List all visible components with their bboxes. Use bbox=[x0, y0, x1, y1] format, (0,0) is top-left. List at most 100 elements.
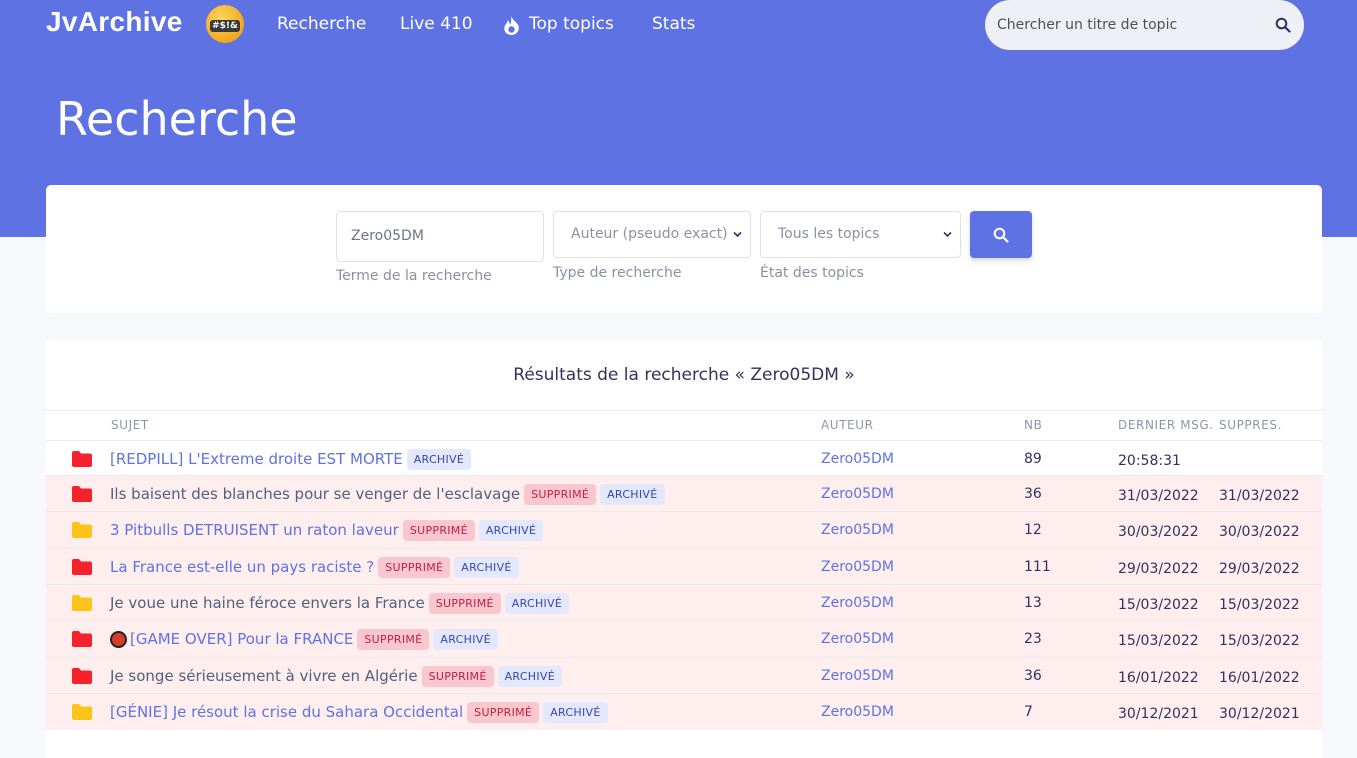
table-row: La France est-elle un pays raciste ? SUPP… bbox=[46, 548, 1322, 585]
author-link[interactable]: Zero05DM bbox=[821, 694, 894, 730]
table-row: Je voue une haine féroce envers la Franc… bbox=[46, 584, 1322, 621]
topic-title-link[interactable]: Ils baisent des blanches pour se venger … bbox=[110, 485, 520, 503]
column-header-author: Auteur bbox=[821, 418, 874, 432]
deletion-date: 15/03/2022 bbox=[1219, 597, 1300, 613]
archived-badge: ARCHIVÉ bbox=[504, 592, 570, 614]
topic-search-box bbox=[985, 0, 1304, 50]
topic-title-link[interactable]: [GAME OVER] Pour la FRANCE bbox=[130, 630, 353, 648]
record-icon bbox=[110, 630, 127, 648]
topic-title-link[interactable]: [GÉNIE] Je résout la crise du Sahara Occ… bbox=[110, 703, 463, 721]
topic-state-select[interactable]: Tous les topics bbox=[760, 211, 961, 258]
search-type-label: Type de recherche bbox=[553, 265, 682, 281]
deletion-date: 31/03/2022 bbox=[1219, 488, 1300, 504]
deleted-badge: SUPPRIMÉ bbox=[357, 628, 430, 650]
topic-subject: Je songe sérieusement à vivre en Algérie… bbox=[110, 658, 562, 694]
deleted-badge: SUPPRIMÉ bbox=[467, 701, 540, 723]
deletion-date: 29/03/2022 bbox=[1219, 561, 1300, 577]
nav-link-recherche[interactable]: Recherche bbox=[277, 14, 366, 34]
search-term-input[interactable]: Zero05DM bbox=[336, 211, 544, 262]
last-message-date: 30/03/2022 bbox=[1118, 524, 1199, 540]
page-title: Recherche bbox=[56, 92, 298, 146]
column-header-deleted: Suppres. bbox=[1219, 418, 1283, 432]
chevron-down-icon bbox=[733, 231, 742, 238]
column-header-nb: NB bbox=[1024, 418, 1043, 432]
search-submit-button[interactable] bbox=[970, 211, 1032, 258]
author-link[interactable]: Zero05DM bbox=[821, 476, 894, 512]
deletion-date: 30/03/2022 bbox=[1219, 524, 1300, 540]
column-header-subject: Sujet bbox=[111, 418, 149, 432]
topic-subject: [REDPILL] L'Extreme droite EST MORTE ARCH… bbox=[110, 441, 472, 477]
nav-link-top-topics[interactable]: Top topics bbox=[529, 14, 614, 34]
topic-subject: La France est-elle un pays raciste ? SUPP… bbox=[110, 549, 519, 585]
brand-logo[interactable]: JvArchive bbox=[46, 6, 183, 38]
archived-badge: ARCHIVÉ bbox=[433, 628, 498, 650]
nav-link-stats[interactable]: Stats bbox=[652, 14, 695, 34]
topic-title-link[interactable]: La France est-elle un pays raciste ? bbox=[110, 558, 374, 576]
author-link[interactable]: Zero05DM bbox=[821, 585, 894, 621]
table-row: Je songe sérieusement à vivre en Algérie… bbox=[46, 657, 1322, 694]
table-row: 3 Pitbulls DETRUISENT un raton laveur SUP… bbox=[46, 511, 1322, 548]
archived-badge: ARCHIVÉ bbox=[497, 665, 562, 687]
message-count: 12 bbox=[1024, 522, 1042, 538]
last-message-date: 16/01/2022 bbox=[1118, 670, 1199, 686]
table-row: [GÉNIE] Je résout la crise du Sahara Occ… bbox=[46, 693, 1322, 730]
results-title: Résultats de la recherche « Zero05DM » bbox=[513, 365, 855, 385]
topic-subject: Ils baisent des blanches pour se venger … bbox=[110, 476, 665, 512]
author-link[interactable]: Zero05DM bbox=[821, 658, 894, 694]
grawlix-emoji-icon: #$!& bbox=[206, 5, 244, 43]
nav-link-live-410[interactable]: Live 410 bbox=[400, 14, 473, 34]
archived-badge: ARCHIVÉ bbox=[478, 519, 544, 541]
last-message-date: 30/12/2021 bbox=[1118, 706, 1199, 722]
message-count: 23 bbox=[1024, 631, 1042, 647]
deleted-badge: SUPPRIMÉ bbox=[402, 519, 475, 541]
table-divider bbox=[46, 410, 1322, 411]
topic-subject: Je voue une haine féroce envers la Franc… bbox=[110, 585, 570, 621]
author-link[interactable]: Zero05DM bbox=[821, 441, 894, 477]
folder-icon bbox=[72, 631, 92, 647]
column-header-last-message: Dernier msg. bbox=[1118, 418, 1214, 432]
topic-search-input[interactable] bbox=[997, 14, 1257, 36]
message-count: 7 bbox=[1024, 704, 1033, 720]
deletion-date: 15/03/2022 bbox=[1219, 633, 1300, 649]
folder-icon bbox=[72, 486, 92, 502]
topic-title-link[interactable]: [REDPILL] L'Extreme droite EST MORTE bbox=[110, 450, 403, 468]
message-count: 13 bbox=[1024, 595, 1042, 611]
message-count: 36 bbox=[1024, 486, 1042, 502]
table-row: Ils baisent des blanches pour se venger … bbox=[46, 475, 1322, 512]
topic-title-link[interactable]: Je songe sérieusement à vivre en Algérie bbox=[110, 667, 418, 685]
folder-icon bbox=[72, 522, 92, 538]
topic-subject: [GAME OVER] Pour la FRANCE SUPPRIMÉ ARCHIV… bbox=[110, 621, 498, 657]
last-message-date: 31/03/2022 bbox=[1118, 488, 1199, 504]
last-message-date: 20:58:31 bbox=[1118, 453, 1181, 469]
fire-icon[interactable] bbox=[503, 16, 520, 35]
chevron-down-icon bbox=[943, 231, 952, 238]
topic-subject: 3 Pitbulls DETRUISENT un raton laveur SUP… bbox=[110, 512, 544, 548]
topic-title-link[interactable]: Je voue une haine féroce envers la Franc… bbox=[110, 594, 425, 612]
topic-title-link[interactable]: 3 Pitbulls DETRUISENT un raton laveur bbox=[110, 521, 399, 539]
folder-icon bbox=[72, 668, 92, 684]
archived-badge: ARCHIVÉ bbox=[406, 448, 472, 470]
message-count: 36 bbox=[1024, 668, 1042, 684]
folder-icon bbox=[72, 704, 92, 720]
search-icon bbox=[993, 227, 1009, 243]
search-type-select[interactable]: Auteur (pseudo exact) bbox=[553, 211, 751, 258]
table-row: [REDPILL] L'Extreme droite EST MORTE ARCH… bbox=[46, 440, 1322, 477]
author-link[interactable]: Zero05DM bbox=[821, 621, 894, 657]
deletion-date: 30/12/2021 bbox=[1219, 706, 1300, 722]
archived-badge: ARCHIVÉ bbox=[454, 556, 519, 578]
deleted-badge: SUPPRIMÉ bbox=[428, 592, 501, 614]
search-icon[interactable] bbox=[1275, 17, 1291, 33]
deletion-date: 16/01/2022 bbox=[1219, 670, 1300, 686]
topic-state-label: État des topics bbox=[760, 265, 864, 281]
navbar: JvArchive #$!& Recherche Live 410 Top to… bbox=[0, 0, 1357, 52]
folder-icon bbox=[72, 595, 92, 611]
deleted-badge: SUPPRIMÉ bbox=[524, 483, 597, 505]
deleted-badge: SUPPRIMÉ bbox=[378, 556, 451, 578]
message-count: 89 bbox=[1024, 451, 1042, 467]
results-card: Résultats de la recherche « Zero05DM » S… bbox=[46, 340, 1322, 758]
author-link[interactable]: Zero05DM bbox=[821, 512, 894, 548]
author-link[interactable]: Zero05DM bbox=[821, 549, 894, 585]
archived-badge: ARCHIVÉ bbox=[600, 483, 665, 505]
last-message-date: 29/03/2022 bbox=[1118, 561, 1199, 577]
last-message-date: 15/03/2022 bbox=[1118, 633, 1199, 649]
